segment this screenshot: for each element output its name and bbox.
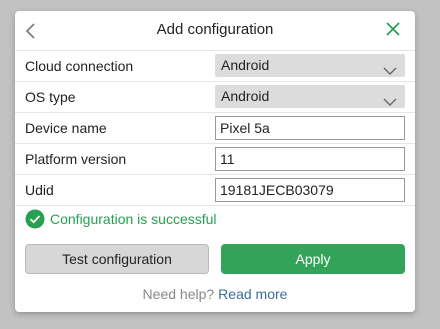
read-more-link[interactable]: Read more <box>218 286 287 302</box>
cloud-connection-select[interactable]: Android <box>215 54 405 77</box>
check-circle-icon <box>25 209 45 229</box>
apply-button[interactable]: Apply <box>221 244 405 274</box>
platform-version-input[interactable]: 11 <box>215 147 405 171</box>
udid-label: Udid <box>25 182 54 198</box>
os-type-row: OS type Android <box>15 82 415 113</box>
os-type-label: OS type <box>25 89 76 105</box>
device-name-label: Device name <box>25 120 107 136</box>
status-text: Configuration is successful <box>50 211 217 227</box>
os-type-value: Android <box>221 88 270 104</box>
cloud-connection-value: Android <box>221 57 270 73</box>
configuration-form: Cloud connection Android OS type Android <box>15 51 415 206</box>
dialog-title: Add configuration <box>156 21 274 38</box>
dialog-header: Add configuration <box>15 11 415 51</box>
cloud-connection-row: Cloud connection Android <box>15 51 415 82</box>
close-icon[interactable] <box>385 20 401 38</box>
device-name-input[interactable]: Pixel 5a <box>215 116 405 140</box>
os-type-select[interactable]: Android <box>215 85 405 108</box>
udid-input[interactable]: 19181JECB03079 <box>215 178 405 202</box>
chevron-down-icon <box>383 60 397 75</box>
test-configuration-button[interactable]: Test configuration <box>25 244 209 274</box>
platform-version-label: Platform version <box>25 151 127 167</box>
platform-version-row: Platform version 11 <box>15 144 415 175</box>
cloud-connection-label: Cloud connection <box>25 58 134 74</box>
device-name-row: Device name Pixel 5a <box>15 113 415 144</box>
udid-row: Udid 19181JECB03079 <box>15 175 415 206</box>
add-configuration-dialog: Add configuration Cloud connection Andro… <box>15 11 415 312</box>
chevron-down-icon <box>383 91 397 106</box>
help-text: Need help? <box>142 286 215 302</box>
status-message: Configuration is successful <box>25 208 217 230</box>
help-section: Need help? Read more <box>15 286 415 302</box>
